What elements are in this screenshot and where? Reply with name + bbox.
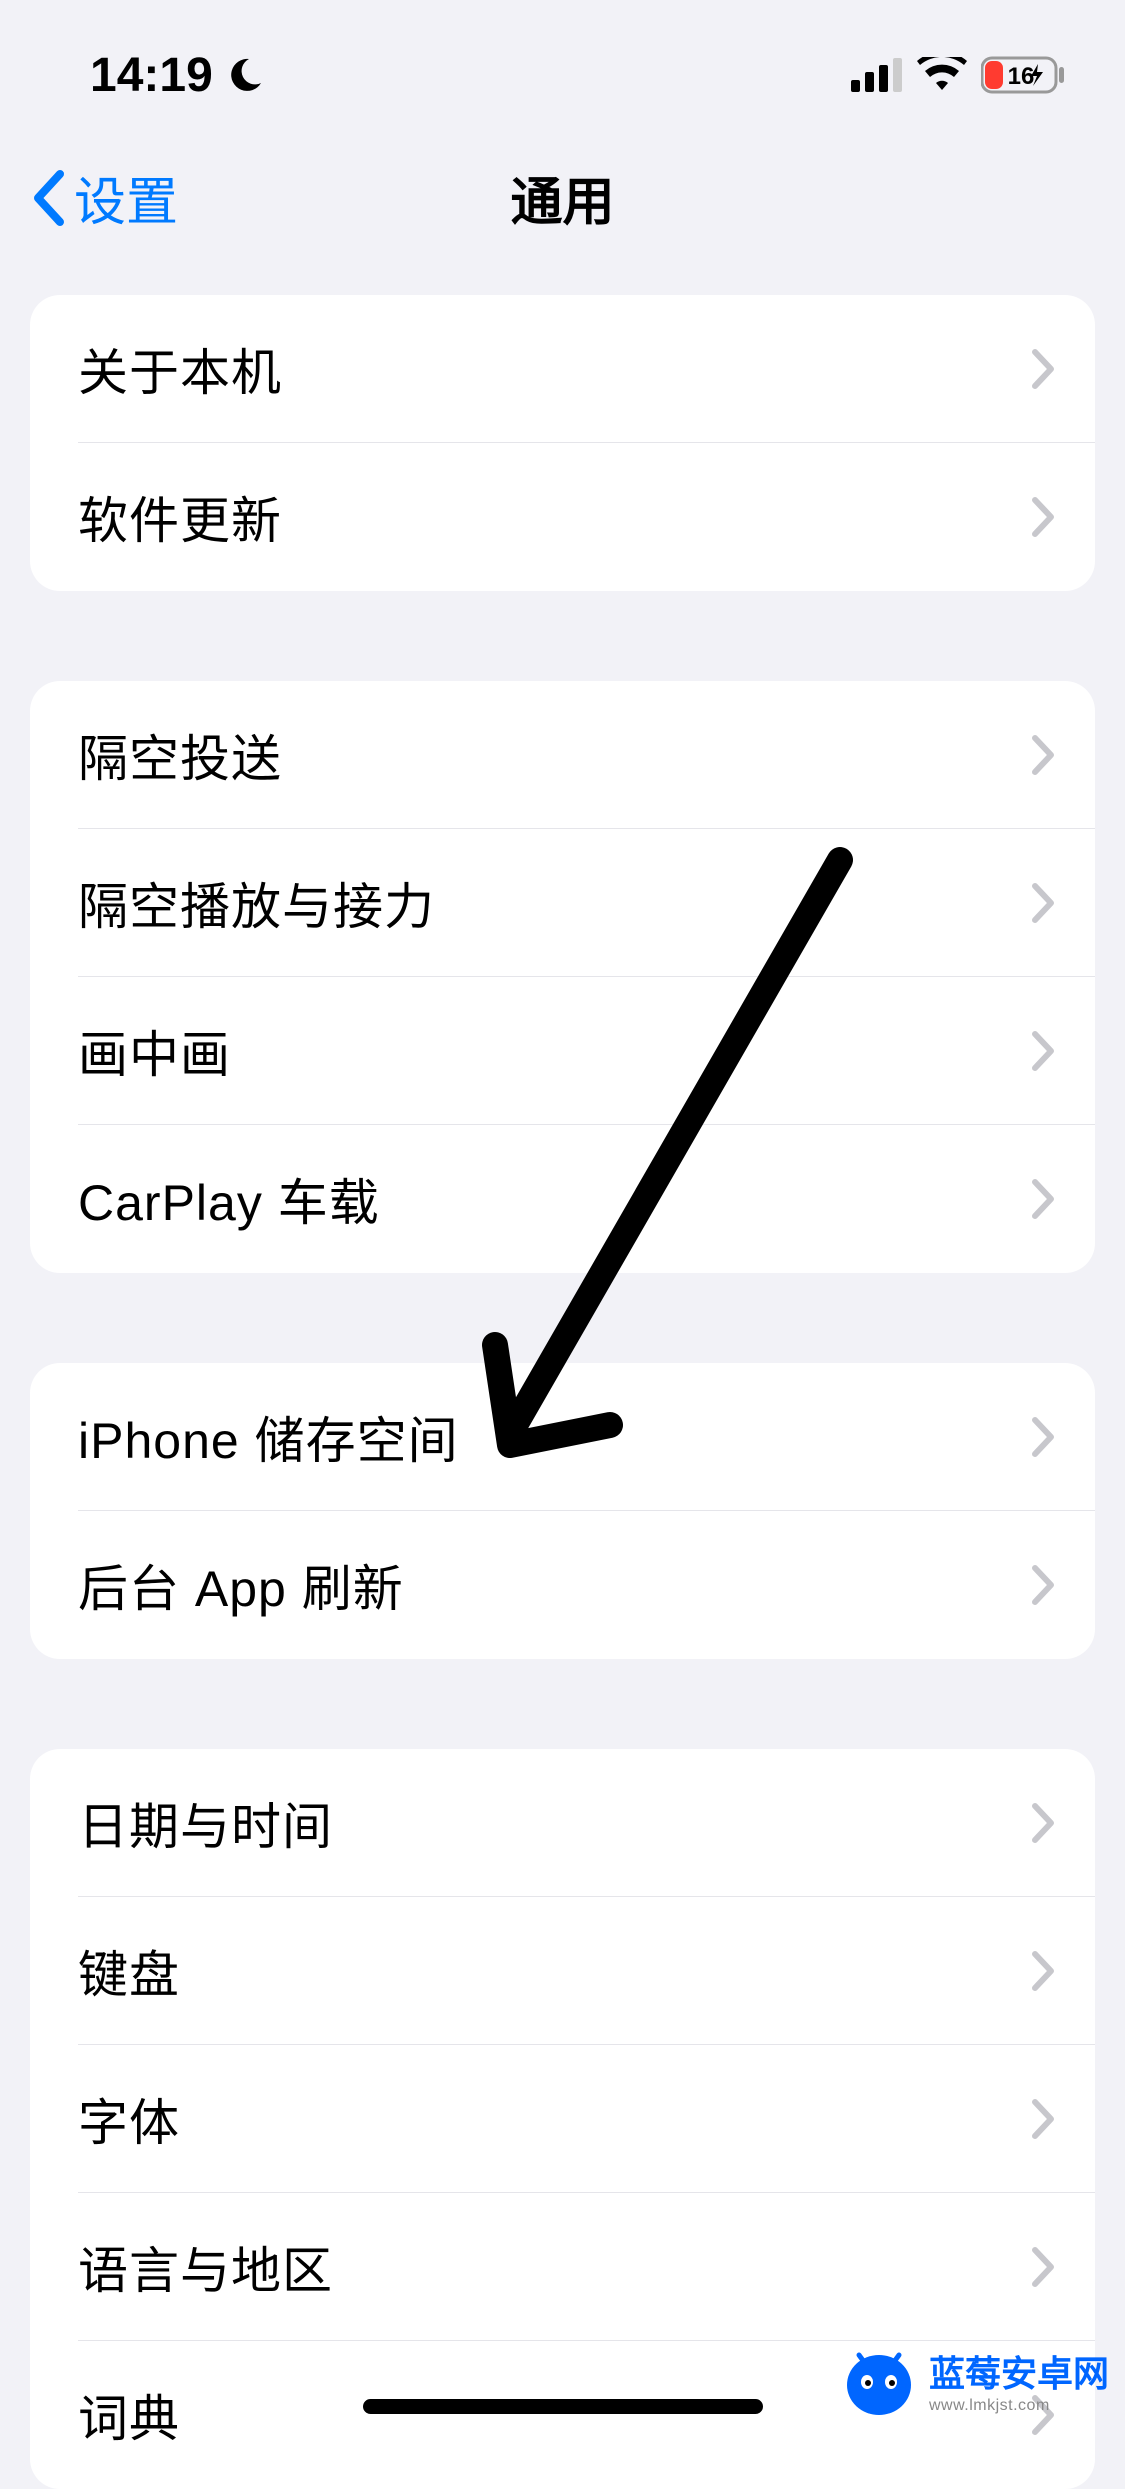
row-label: 关于本机 [78,333,282,405]
section-about: 关于本机 软件更新 [30,295,1095,591]
row-iphone-storage[interactable]: iPhone 储存空间 [30,1363,1095,1511]
chevron-right-icon [1031,496,1055,538]
chevron-right-icon [1031,1178,1055,1220]
row-label: 隔空播放与接力 [78,867,435,939]
chevron-left-icon [30,168,66,228]
watermark-text: 蓝莓安卓网 www.lmkjst.com [929,2345,1109,2415]
watermark-title: 蓝莓安卓网 [929,2345,1109,2397]
row-date-time[interactable]: 日期与时间 [30,1749,1095,1897]
chevron-right-icon [1031,1416,1055,1458]
watermark-url: www.lmkjst.com [929,2397,1109,2415]
row-airplay-handoff[interactable]: 隔空播放与接力 [30,829,1095,977]
chevron-right-icon [1031,1030,1055,1072]
chevron-right-icon [1031,2098,1055,2140]
row-label: iPhone 储存空间 [78,1401,459,1473]
row-label: 画中画 [78,1015,231,1087]
navigation-bar: 设置 通用 [0,130,1125,295]
row-keyboard[interactable]: 键盘 [30,1897,1095,2045]
section-storage: iPhone 储存空间 后台 App 刷新 [30,1363,1095,1659]
row-label: 键盘 [78,1935,180,2007]
row-carplay[interactable]: CarPlay 车载 [30,1125,1095,1273]
status-right: 16 [851,55,1065,95]
row-airdrop[interactable]: 隔空投送 [30,681,1095,829]
row-label: 软件更新 [78,481,282,553]
home-indicator[interactable] [363,2399,763,2414]
chevron-right-icon [1031,734,1055,776]
row-software-update[interactable]: 软件更新 [30,443,1095,591]
chevron-right-icon [1031,348,1055,390]
do-not-disturb-icon [225,55,265,95]
chevron-right-icon [1031,1950,1055,1992]
wifi-icon [917,57,967,93]
cellular-signal-icon [851,58,903,92]
back-label: 设置 [74,160,178,235]
row-label: 隔空投送 [78,719,282,791]
chevron-right-icon [1031,1802,1055,1844]
chevron-right-icon [1031,1564,1055,1606]
row-label: 后台 App 刷新 [78,1549,404,1621]
svg-text:16: 16 [1008,63,1035,90]
row-fonts[interactable]: 字体 [30,2045,1095,2193]
status-left: 14:19 [90,48,265,103]
watermark: 蓝莓安卓网 www.lmkjst.com [839,2340,1109,2420]
page-title: 通用 [510,160,614,235]
watermark-logo-icon [839,2340,919,2420]
back-button[interactable]: 设置 [30,160,178,235]
row-label: 词典 [78,2379,180,2451]
status-time: 14:19 [90,48,213,103]
status-bar: 14:19 [0,0,1125,130]
row-about[interactable]: 关于本机 [30,295,1095,443]
row-label: 日期与时间 [78,1787,333,1859]
row-label: 字体 [78,2083,180,2155]
chevron-right-icon [1031,882,1055,924]
battery-icon: 16 [981,55,1065,95]
content-area: 关于本机 软件更新 隔空投送 隔空播放与接力 画中画 CarPlay 车载 iP… [0,295,1125,2489]
section-connectivity: 隔空投送 隔空播放与接力 画中画 CarPlay 车载 [30,681,1095,1273]
row-label: CarPlay 车载 [78,1163,380,1235]
row-language-region[interactable]: 语言与地区 [30,2193,1095,2341]
chevron-right-icon [1031,2246,1055,2288]
row-picture-in-picture[interactable]: 画中画 [30,977,1095,1125]
row-label: 语言与地区 [78,2231,333,2303]
row-background-app-refresh[interactable]: 后台 App 刷新 [30,1511,1095,1659]
